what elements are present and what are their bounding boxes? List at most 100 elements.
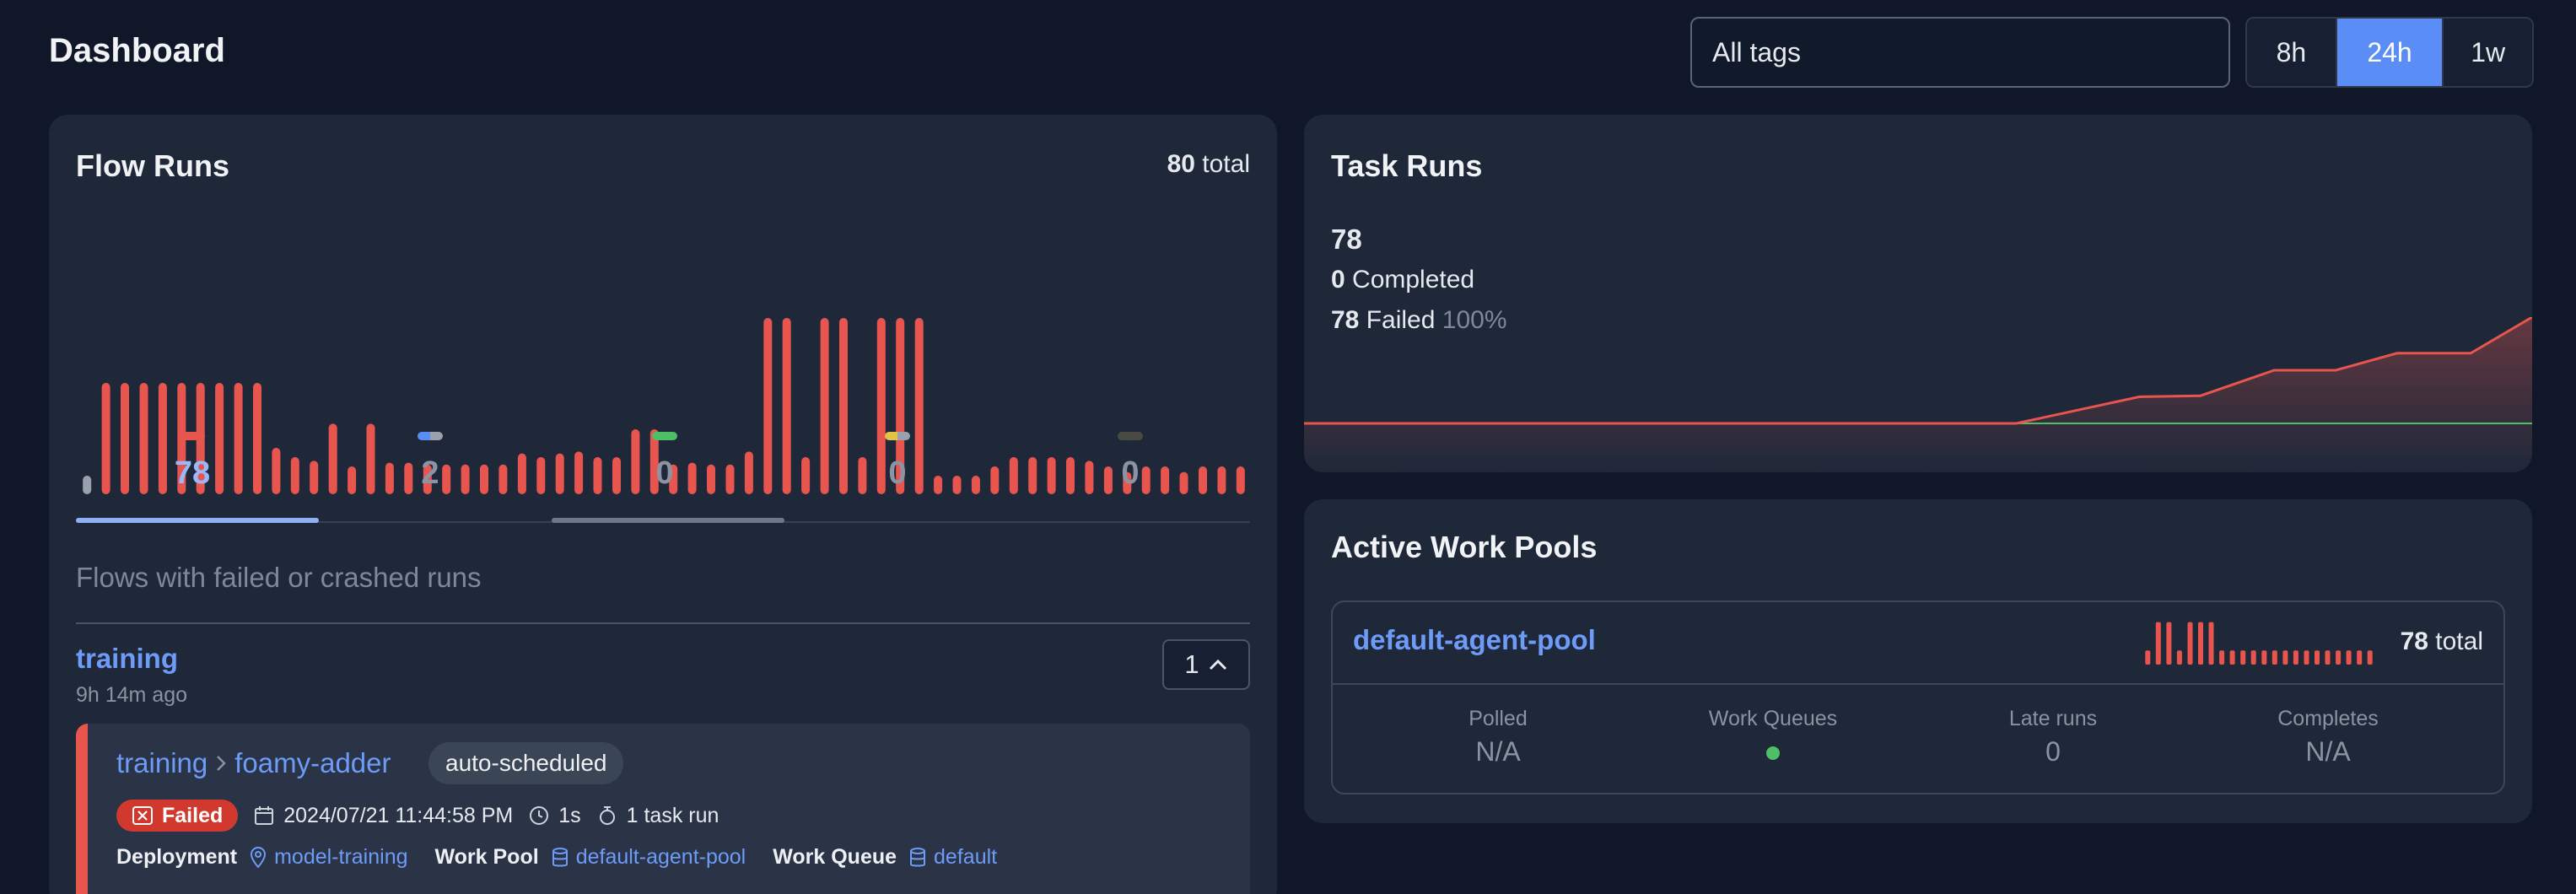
work-pool-histogram	[2145, 622, 2373, 665]
completed-count: 0	[655, 455, 674, 491]
work-pool-label: Work Pool	[434, 845, 539, 869]
database-icon	[910, 847, 926, 866]
run-timestamp: 2024/07/21 11:44:58 PM	[283, 803, 514, 827]
cancelled-state-indicator	[1118, 432, 1143, 440]
failed-state-indicator	[180, 432, 205, 440]
run-state-stripe	[76, 724, 88, 894]
task-runs-card: Task Runs 78 0 Completed 78 Failed 100%	[1304, 115, 2532, 472]
work-queues-label: Work Queues	[1708, 707, 1838, 730]
late-runs-label: Late runs	[2008, 707, 2098, 730]
clock-icon	[530, 806, 549, 825]
work-pool-bar	[2250, 650, 2256, 665]
page-title: Dashboard	[49, 32, 225, 69]
task-runs-completed: 0 Completed	[1331, 260, 1507, 300]
completes-label: Completes	[2277, 707, 2379, 730]
work-pool-bar	[2187, 622, 2193, 665]
work-pool-bar	[2240, 650, 2246, 665]
running-state-indicator	[418, 432, 443, 440]
run-tag-chip: auto-scheduled	[428, 742, 624, 784]
run-name-link[interactable]: foamy-adder	[234, 747, 391, 779]
work-queue-detail: Work Queue default	[773, 845, 997, 870]
deployment-link[interactable]: model-training	[249, 845, 408, 870]
run-task-runs-value: 1 task run	[626, 803, 719, 827]
scheduled-count: 0	[888, 455, 907, 491]
work-pool-total-count: 78	[2400, 627, 2428, 655]
deployment-value: model-training	[274, 845, 408, 869]
work-pool-bar	[2219, 650, 2225, 665]
work-pool-bar	[2229, 650, 2235, 665]
completes-stat: Completes N/A	[2201, 707, 2455, 767]
deployment-detail: Deployment model-training	[116, 845, 408, 870]
deployment-label: Deployment	[116, 845, 238, 869]
work-queue-link[interactable]: default	[908, 845, 997, 870]
work-pool-bar	[2315, 650, 2320, 665]
failed-count: 78	[174, 455, 211, 491]
flow-runs-card: Flow Runs 80 total 78 2 0 0 0 Flows with…	[49, 115, 1277, 894]
work-pool-bar	[2198, 622, 2203, 665]
status-badge: Failed	[116, 800, 239, 832]
flow-runs-total-count: 80	[1167, 150, 1195, 178]
work-queues-status-dot	[1766, 746, 1780, 760]
work-pool-link[interactable]: default-agent-pool	[551, 845, 746, 870]
failed-area	[1304, 317, 2532, 472]
range-8h-button[interactable]: 8h	[2247, 19, 2337, 86]
failed-x-icon	[132, 806, 153, 825]
tags-filter-select[interactable]: All tags	[1690, 17, 2230, 88]
work-pool-name-link[interactable]: default-agent-pool	[1353, 624, 1596, 656]
work-pool-divider	[1333, 683, 2503, 685]
completed-task-label: Completed	[1352, 266, 1475, 294]
work-pool-bar	[2261, 650, 2267, 665]
scheduled-state-indicator	[885, 432, 910, 440]
work-pool-total: 78 total	[2401, 627, 2483, 656]
range-1w-button[interactable]: 1w	[2444, 19, 2532, 86]
section-divider	[76, 622, 1250, 624]
work-queues-stat: Work Queues	[1646, 707, 1900, 764]
running-count: 2	[421, 455, 439, 491]
work-queue-value: default	[934, 845, 998, 869]
failed-flows-label: Flows with failed or crashed runs	[76, 562, 482, 593]
task-runs-total: 78	[1331, 224, 1362, 255]
status-badge-label: Failed	[162, 803, 224, 827]
work-pool-bar	[2346, 650, 2352, 665]
cancelled-count: 0	[1121, 455, 1140, 491]
work-pool-bar	[2367, 650, 2373, 665]
run-flow-link[interactable]: training	[116, 747, 207, 779]
chevron-up-icon	[1209, 659, 1226, 670]
run-details-row: Deployment model-training Work Pool defa…	[116, 845, 1009, 870]
run-duration-value: 1s	[558, 803, 581, 827]
work-pool-total-suffix: total	[2435, 627, 2483, 655]
completed-task-count: 0	[1331, 266, 1345, 294]
polled-value: N/A	[1475, 736, 1521, 767]
work-pool-value: default-agent-pool	[575, 845, 746, 869]
work-pool-bar	[2357, 650, 2363, 665]
secondary-tab-underline	[552, 518, 784, 523]
late-runs-stat: Late runs 0	[1927, 707, 2180, 767]
completes-value: N/A	[2305, 736, 2351, 767]
flow-runs-total-suffix: total	[1202, 150, 1250, 178]
range-24h-button[interactable]: 24h	[2336, 19, 2444, 86]
work-pool-bar	[2293, 650, 2298, 665]
flow-runs-toggle-button[interactable]: 1	[1162, 639, 1250, 690]
task-runs-title: Task Runs	[1331, 148, 1483, 183]
work-pool-bar	[2282, 650, 2288, 665]
work-queue-label: Work Queue	[773, 845, 897, 869]
work-pool-bar	[2166, 622, 2172, 665]
flow-name-link[interactable]: training	[76, 643, 178, 675]
calendar-icon	[255, 806, 274, 825]
work-pool-bar	[2336, 650, 2342, 665]
late-runs-value: 0	[2045, 736, 2061, 767]
task-runs-chart	[1304, 317, 2532, 472]
database-icon	[552, 847, 568, 866]
flow-run-list-item[interactable]: training foamy-adder auto-scheduled Fail…	[76, 724, 1250, 894]
work-pools-title: Active Work Pools	[1331, 530, 1598, 564]
work-pool-bar	[2145, 650, 2151, 665]
work-pools-card: Active Work Pools default-agent-pool 78 …	[1304, 499, 2532, 823]
work-pool-bar	[2208, 622, 2214, 665]
time-range-group: 8h 24h 1w	[2245, 17, 2534, 88]
run-duration: 1s	[528, 803, 581, 828]
flow-runs-title: Flow Runs	[76, 148, 229, 183]
polled-stat: Polled N/A	[1372, 707, 1625, 767]
map-pin-icon	[251, 846, 267, 869]
work-pool-item: default-agent-pool 78 total Polled N/A W…	[1331, 600, 2505, 794]
work-pool-bar	[2304, 650, 2309, 665]
